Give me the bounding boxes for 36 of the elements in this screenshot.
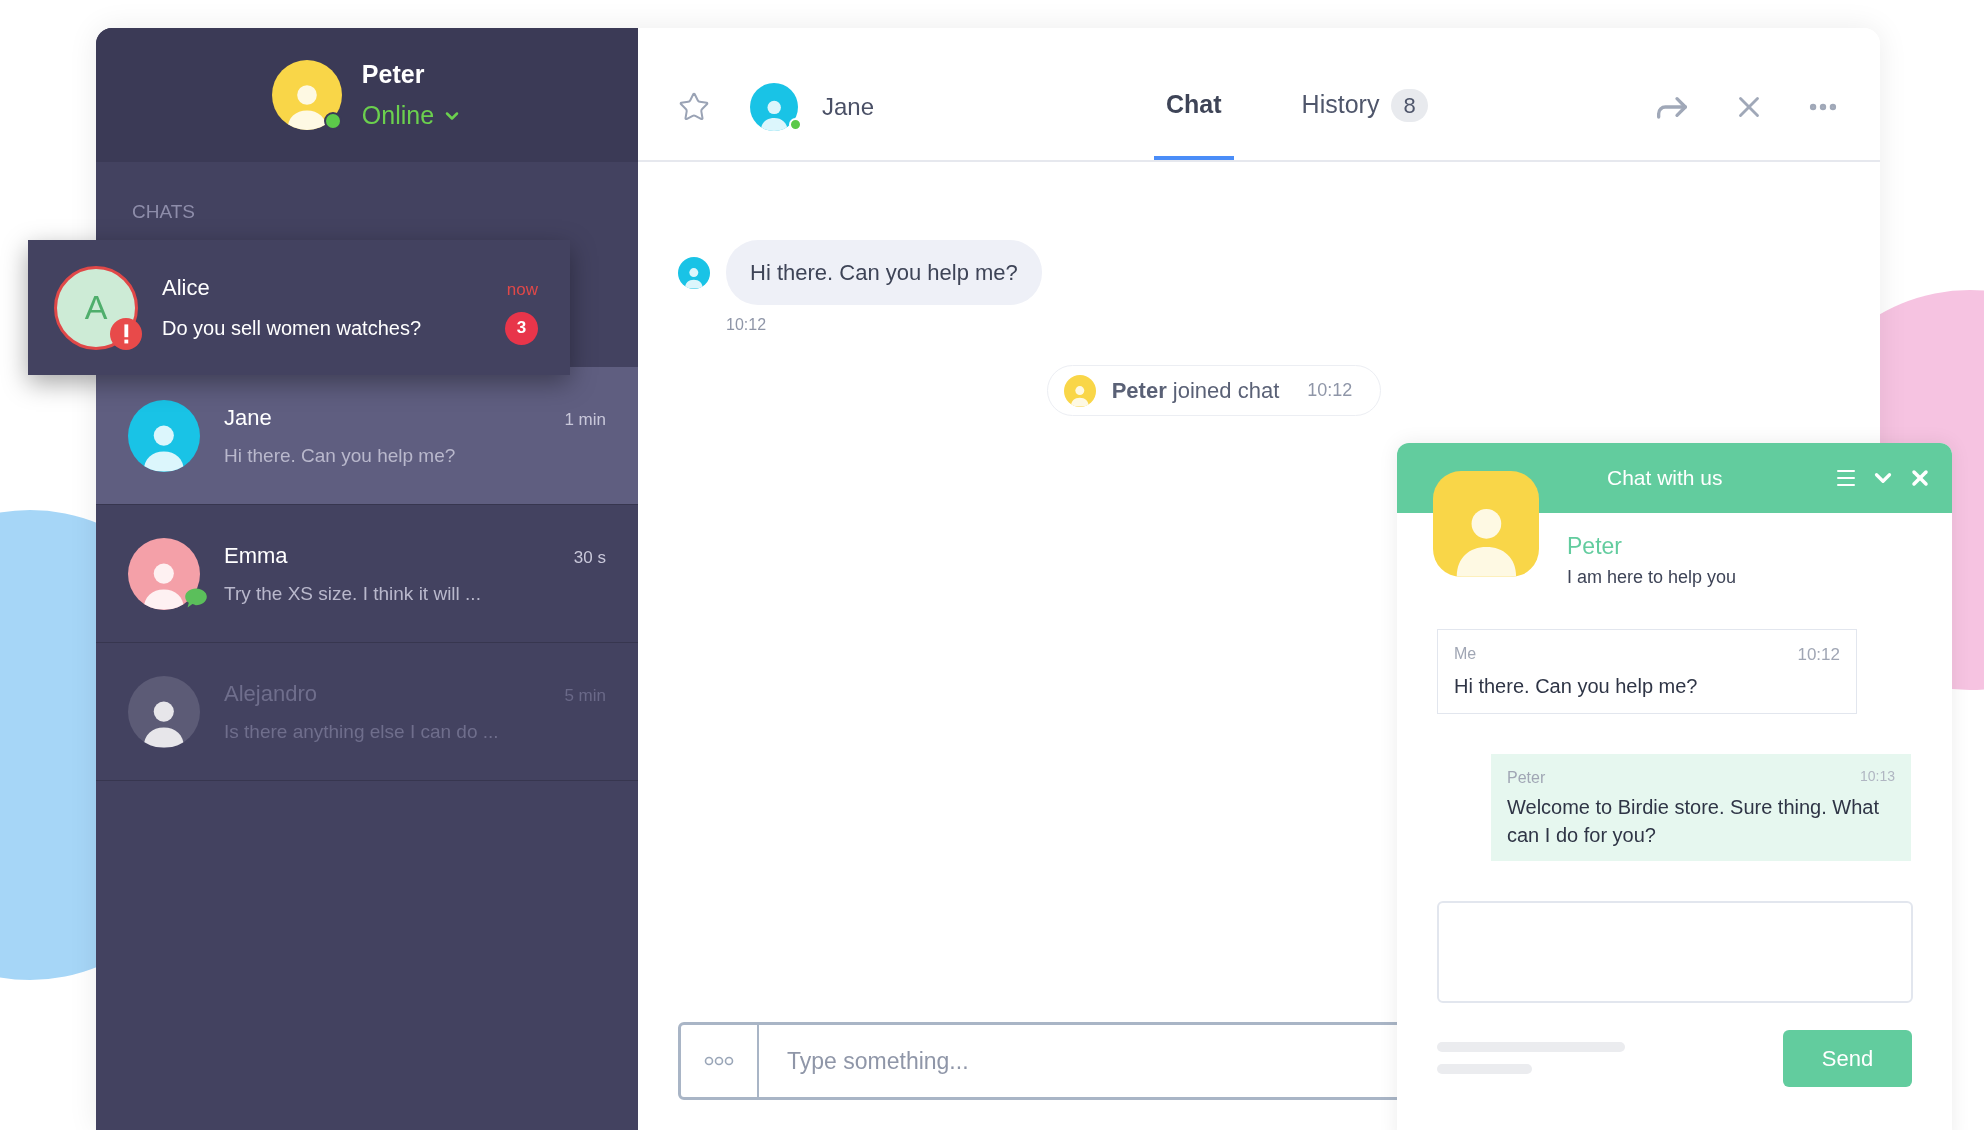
message-preview: Do you sell women watches? [162, 316, 421, 341]
message-text: Hi there. Can you help me? [1454, 674, 1699, 699]
message-preview: Try the XS size. I think it will ... [224, 581, 482, 606]
message-time: now [506, 278, 538, 301]
message-author: Peter [1507, 768, 1546, 788]
message-author: Me [1454, 643, 1477, 664]
widget-message-input[interactable] [1437, 901, 1913, 1003]
star-icon[interactable] [678, 91, 710, 123]
agent-name: Peter [1567, 532, 1623, 561]
message-text: Welcome to Birdie store. Sure thing. What can I do for you? [1507, 795, 1880, 848]
status-dropdown[interactable]: Online [361, 97, 463, 135]
avatar-initial: A [84, 287, 108, 328]
contact-name: Jane [822, 92, 875, 122]
tab[interactable]: History 8 [1289, 54, 1440, 160]
chat-notification-card[interactable]: A Alice now Do you sell women watches? 3 [28, 240, 570, 375]
more-options-icon[interactable] [704, 1056, 734, 1066]
widget-title: Chat with us [1607, 465, 1723, 492]
message-preview: Hi there. Can you help me? [224, 443, 457, 468]
message-time: 1 min [564, 408, 606, 431]
agent-tagline: I am here to help you [1567, 565, 1737, 589]
message-time: 10:13 [1859, 767, 1895, 786]
unread-badge: 3 [505, 311, 538, 345]
event-text: Peter joined chat [1111, 377, 1280, 405]
message-time: 10:12 [1307, 379, 1353, 402]
contact-name: Alice [162, 273, 210, 302]
agent-name: Peter [361, 58, 426, 90]
message-bubble: Hi there. Can you help me? [726, 240, 1042, 305]
message-time: 10:12 [1797, 643, 1840, 666]
contact-name: Jane [224, 403, 272, 432]
chat-list-item[interactable]: Jane 1 min Hi there. Can you help me? [96, 367, 638, 505]
tab[interactable]: Chat [1154, 54, 1234, 160]
count-badge: 8 [1391, 88, 1428, 122]
message-time: 30 s [573, 546, 606, 569]
message-time: 10:12 [726, 315, 768, 335]
contact-name: Emma [224, 541, 288, 570]
section-title: CHATS [132, 199, 195, 224]
